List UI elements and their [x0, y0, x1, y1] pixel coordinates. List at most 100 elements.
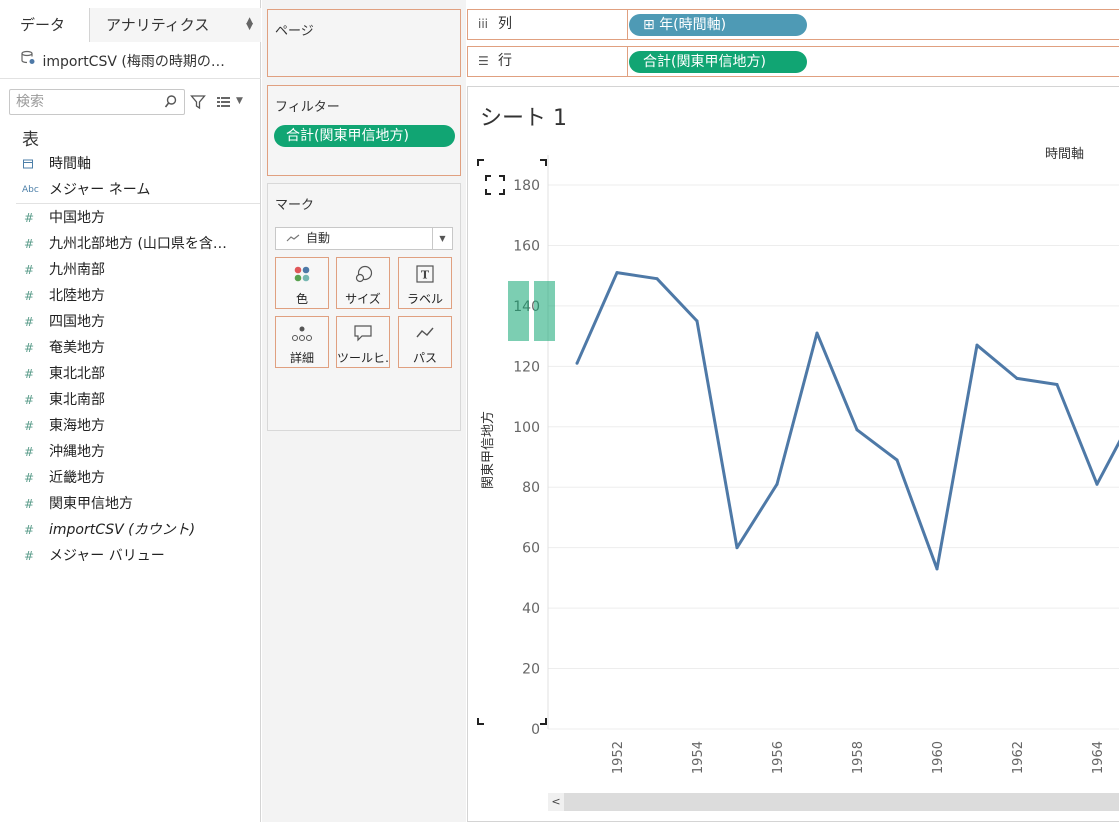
search-box[interactable]: [9, 89, 185, 115]
columns-pill[interactable]: ⊞ 年(時間軸): [629, 14, 807, 36]
field-name: 関東甲信地方: [49, 496, 133, 512]
field-measure[interactable]: # 奄美地方: [0, 335, 260, 361]
tab-scroll-arrows-icon[interactable]: ▲ ▼: [246, 17, 253, 32]
pages-card[interactable]: ページ: [267, 9, 461, 77]
rows-label-text: 行: [498, 53, 512, 69]
horizontal-scrollbar[interactable]: <: [548, 793, 1119, 811]
label-button[interactable]: T ラベル: [398, 257, 452, 309]
divider: [16, 203, 260, 204]
size-icon: [337, 265, 389, 285]
filter-icon[interactable]: [190, 94, 206, 114]
y-tick-label: 180: [513, 178, 540, 194]
field-name: 沖縄地方: [49, 444, 105, 460]
x-tick-label: 1954: [691, 741, 706, 774]
list-view-icon[interactable]: [216, 96, 232, 112]
size-button[interactable]: サイズ: [336, 257, 390, 309]
field-measure[interactable]: # 九州南部: [0, 257, 260, 283]
field-measure[interactable]: # 東海地方: [0, 413, 260, 439]
color-icon: [276, 265, 328, 285]
data-point: [1095, 482, 1099, 486]
field-name: メジャー ネーム: [49, 182, 151, 198]
field-name: 東北北部: [49, 366, 105, 382]
detail-icon: [276, 324, 328, 344]
data-point: [575, 361, 579, 365]
field-measure[interactable]: # 四国地方: [0, 309, 260, 335]
field-dimension[interactable]: 時間軸: [0, 151, 260, 177]
filter-pill[interactable]: 合計(関東甲信地方): [274, 125, 455, 147]
data-point: [1015, 376, 1019, 380]
path-button[interactable]: パス: [398, 316, 452, 368]
pane-tabs: データ アナリティクス ▲ ▼: [0, 8, 261, 42]
search-input[interactable]: [16, 93, 166, 111]
detail-button-label: 詳細: [289, 351, 314, 365]
chevron-down-icon[interactable]: ▼: [432, 228, 452, 249]
color-button[interactable]: 色: [275, 257, 329, 309]
size-button-label: サイズ: [345, 292, 381, 306]
columns-shelf-label: iii 列: [468, 10, 628, 39]
hash-icon: #: [24, 523, 35, 537]
field-measure[interactable]: # 北陸地方: [0, 283, 260, 309]
tab-data[interactable]: データ: [0, 8, 90, 42]
y-tick-label: 120: [513, 359, 540, 375]
data-pane: データ アナリティクス ▲▼ importCSV (梅雨の時期の… ▼ 表 時間…: [0, 0, 261, 822]
field-measure[interactable]: # 九州北部地方 (山口県を含…: [0, 231, 260, 257]
x-tick-label: 1962: [1011, 741, 1026, 774]
sheet-title[interactable]: シート 1: [480, 100, 567, 132]
hash-icon: #: [24, 549, 35, 563]
tooltip-icon: [337, 324, 389, 344]
field-name: 東海地方: [49, 418, 105, 434]
field-name: 奄美地方: [49, 340, 105, 356]
data-point: [1055, 382, 1059, 386]
abc-icon: Abc: [22, 185, 39, 195]
hash-icon: #: [24, 471, 35, 485]
hash-icon: #: [24, 497, 35, 511]
hash-icon: #: [24, 367, 35, 381]
y-tick-label: 20: [522, 662, 540, 678]
field-name: 九州北部地方 (山口県を含…: [49, 236, 227, 252]
marks-title: マーク: [275, 198, 315, 213]
filters-title: フィルター: [275, 100, 340, 115]
detail-button[interactable]: 詳細: [275, 316, 329, 368]
field-measure[interactable]: # 関東甲信地方: [0, 491, 260, 517]
y-tick-label: 100: [513, 420, 540, 436]
hash-icon: #: [24, 419, 35, 433]
data-point: [935, 567, 939, 571]
field-measure[interactable]: # 中国地方: [0, 205, 260, 231]
hash-icon: #: [24, 341, 35, 355]
mark-type-dropdown[interactable]: 自動 ▼: [275, 227, 453, 250]
axis-range-band: [508, 281, 529, 341]
columns-icon: iii: [478, 17, 489, 31]
fit-axis-icon: [485, 175, 505, 195]
chevron-down-icon[interactable]: ▼: [236, 96, 243, 106]
field-measure[interactable]: # 東北北部: [0, 361, 260, 387]
tooltip-button[interactable]: ツールヒ…: [336, 316, 390, 368]
search-icon[interactable]: [164, 94, 178, 114]
field-name: メジャー バリュー: [49, 548, 165, 564]
rows-icon: ☰: [478, 54, 489, 68]
svg-text:T: T: [421, 269, 430, 282]
field-name: 九州南部: [49, 262, 105, 278]
series-line: [575, 271, 1119, 571]
field-name: 四国地方: [49, 314, 105, 330]
tab-analytics[interactable]: アナリティクス ▲ ▼: [90, 8, 261, 42]
tables-heading: 表: [22, 130, 39, 150]
mark-type-label: 自動: [306, 231, 331, 245]
field-measure[interactable]: # importCSV (カウント): [0, 517, 260, 543]
field-measure[interactable]: # 東北南部: [0, 387, 260, 413]
hash-icon: #: [24, 263, 35, 277]
datasource-icon: [20, 50, 38, 70]
field-name: 中国地方: [49, 210, 105, 226]
hash-icon: #: [24, 393, 35, 407]
rows-pill[interactable]: 合計(関東甲信地方): [629, 51, 807, 73]
scroll-left-arrow-icon[interactable]: <: [548, 793, 564, 811]
path-icon: [399, 324, 451, 344]
field-dimension[interactable]: Abc メジャー ネーム: [0, 177, 260, 203]
datasource-item[interactable]: importCSV (梅雨の時期の…: [20, 50, 250, 70]
data-point: [655, 277, 659, 281]
field-measure[interactable]: # メジャー バリュー: [0, 543, 260, 569]
expand-icon[interactable]: ⊞: [643, 17, 655, 33]
field-measure[interactable]: # 近畿地方: [0, 465, 260, 491]
field-measure[interactable]: # 沖縄地方: [0, 439, 260, 465]
hash-icon: #: [24, 289, 35, 303]
color-button-label: 色: [295, 292, 308, 306]
